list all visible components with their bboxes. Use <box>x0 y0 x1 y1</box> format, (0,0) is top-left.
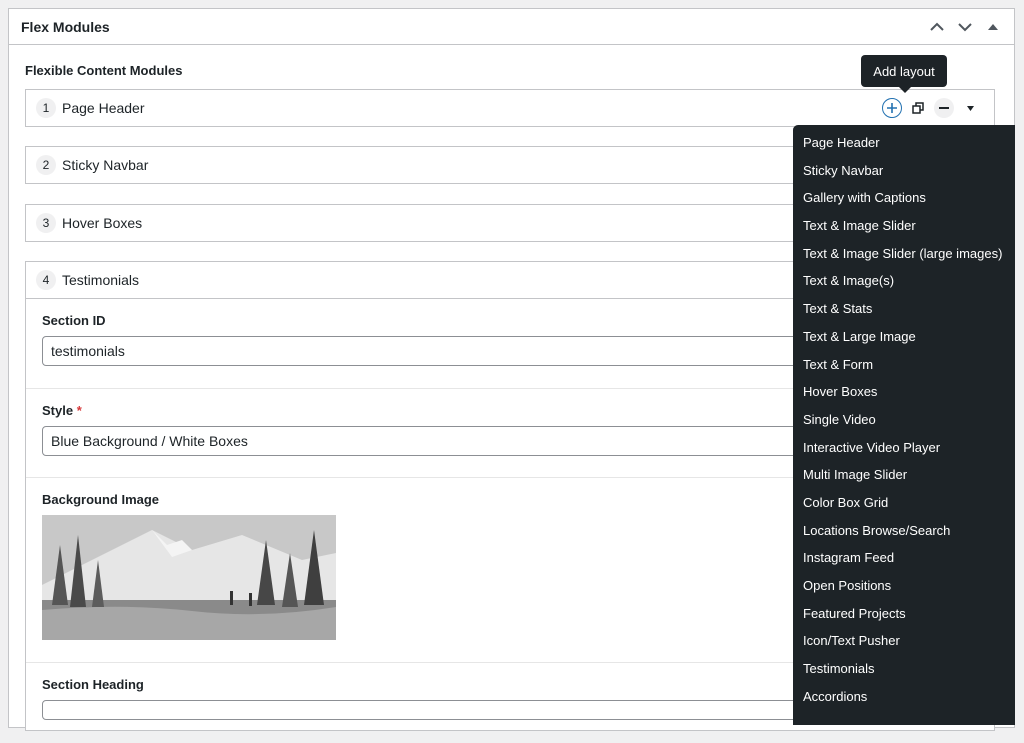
layout-choice-popup: Page Header Sticky Navbar Gallery with Cap… <box>793 125 1015 725</box>
layout-order-badge: 4 <box>36 270 56 290</box>
layout-title: Sticky Navbar <box>62 157 149 173</box>
style-label-text: Style <box>42 403 74 418</box>
postbox-controls <box>928 18 1002 36</box>
layout-title: Hover Boxes <box>62 215 143 231</box>
background-image-thumbnail[interactable] <box>42 515 336 640</box>
layout-order-badge: 1 <box>36 98 56 118</box>
postbox-title: Flex Modules <box>21 18 110 35</box>
popup-item[interactable]: Page Header <box>793 129 1015 157</box>
collapse-layout-icon[interactable] <box>960 98 980 118</box>
layout-handle[interactable]: 1 Page Header <box>26 90 994 126</box>
add-layout-icon[interactable] <box>882 98 902 118</box>
layout-controls <box>882 98 980 118</box>
move-up-icon[interactable] <box>928 18 946 36</box>
popup-item[interactable]: Text & Large Image <box>793 323 1015 351</box>
popup-item[interactable]: Gallery with Captions <box>793 184 1015 212</box>
popup-item[interactable]: Text & Image Slider (large images) <box>793 240 1015 268</box>
move-down-icon[interactable] <box>956 18 974 36</box>
layout-order-badge: 3 <box>36 213 56 233</box>
popup-item[interactable]: Color Box Grid <box>793 489 1015 517</box>
popup-item[interactable]: Sticky Navbar <box>793 157 1015 185</box>
flexible-content-label: Flexible Content Modules <box>25 63 183 78</box>
popup-item[interactable]: Featured Projects <box>793 600 1015 628</box>
layout-page-header[interactable]: 1 Page Header <box>25 89 995 127</box>
layout-order-badge: 2 <box>36 155 56 175</box>
popup-item[interactable]: Interactive Video Player <box>793 434 1015 462</box>
popup-item[interactable]: Accordions <box>793 683 1015 711</box>
add-layout-tooltip: Add layout <box>861 55 947 93</box>
remove-layout-icon[interactable] <box>934 98 954 118</box>
popup-item[interactable]: Text & Image(s) <box>793 267 1015 295</box>
style-select[interactable]: Blue Background / White Boxes <box>42 426 802 456</box>
popup-item[interactable]: Single Video <box>793 406 1015 434</box>
layout-title: Testimonials <box>62 272 140 288</box>
popup-item[interactable]: Locations Browse/Search <box>793 517 1015 545</box>
collapse-toggle-icon[interactable] <box>984 18 1002 36</box>
popup-item[interactable]: Text & Image Slider <box>793 212 1015 240</box>
popup-item[interactable]: Hover Boxes <box>793 378 1015 406</box>
popup-item[interactable]: Text & Stats <box>793 295 1015 323</box>
popup-item[interactable]: Multi Image Slider <box>793 461 1015 489</box>
section-id-input[interactable] <box>42 336 802 366</box>
section-heading-input[interactable] <box>42 700 802 720</box>
popup-item[interactable]: Instagram Feed <box>793 544 1015 572</box>
layout-title: Page Header <box>62 100 145 116</box>
popup-item[interactable]: Icon/Text Pusher <box>793 627 1015 655</box>
popup-item[interactable]: Text & Form <box>793 351 1015 379</box>
duplicate-layout-icon[interactable] <box>908 98 928 118</box>
popup-item[interactable]: Testimonials <box>793 655 1015 683</box>
required-marker: * <box>76 403 82 418</box>
popup-item[interactable]: Open Positions <box>793 572 1015 600</box>
postbox-header: Flex Modules <box>9 9 1014 45</box>
